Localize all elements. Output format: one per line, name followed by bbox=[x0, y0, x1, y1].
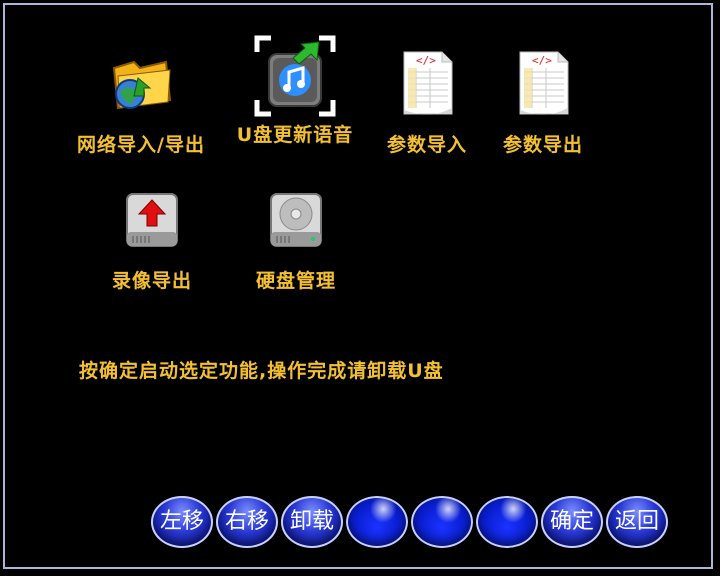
xml-document-icon: </> bbox=[390, 48, 464, 122]
tile-label: 录像导出 bbox=[111, 270, 192, 292]
tile-usb-update-voice[interactable]: U盘更新语音 bbox=[225, 34, 365, 147]
move-right-button[interactable]: 右移 bbox=[216, 496, 278, 548]
svg-text:</>: </> bbox=[416, 54, 436, 67]
instruction-text: 按确定启动选定功能,操作完成请卸载U盘 bbox=[79, 360, 444, 382]
move-left-button[interactable]: 左移 bbox=[151, 496, 213, 548]
xml-document-icon: </> bbox=[506, 48, 580, 122]
hard-disk-icon bbox=[259, 188, 333, 252]
blank-button-1[interactable] bbox=[346, 496, 408, 548]
tile-parameter-export[interactable]: </> 参数导出 bbox=[473, 48, 613, 157]
tile-label: 网络导入/导出 bbox=[77, 134, 205, 156]
svg-text:</>: </> bbox=[532, 54, 552, 67]
music-update-icon bbox=[253, 34, 337, 118]
blank-button-2[interactable] bbox=[411, 496, 473, 548]
unmount-button[interactable]: 卸载 bbox=[281, 496, 343, 548]
tile-hdd-management[interactable]: 硬盘管理 bbox=[226, 188, 366, 293]
tile-label: U盘更新语音 bbox=[236, 124, 354, 146]
tile-label: 硬盘管理 bbox=[255, 270, 336, 292]
hdd-export-icon bbox=[115, 188, 189, 252]
tile-video-export[interactable]: 录像导出 bbox=[82, 188, 222, 293]
confirm-button[interactable]: 确定 bbox=[541, 496, 603, 548]
tile-label: 参数导出 bbox=[502, 134, 583, 156]
network-folder-icon bbox=[104, 48, 178, 122]
tile-network-import-export[interactable]: 网络导入/导出 bbox=[71, 48, 211, 157]
blank-button-3[interactable] bbox=[476, 496, 538, 548]
back-button[interactable]: 返回 bbox=[606, 496, 668, 548]
